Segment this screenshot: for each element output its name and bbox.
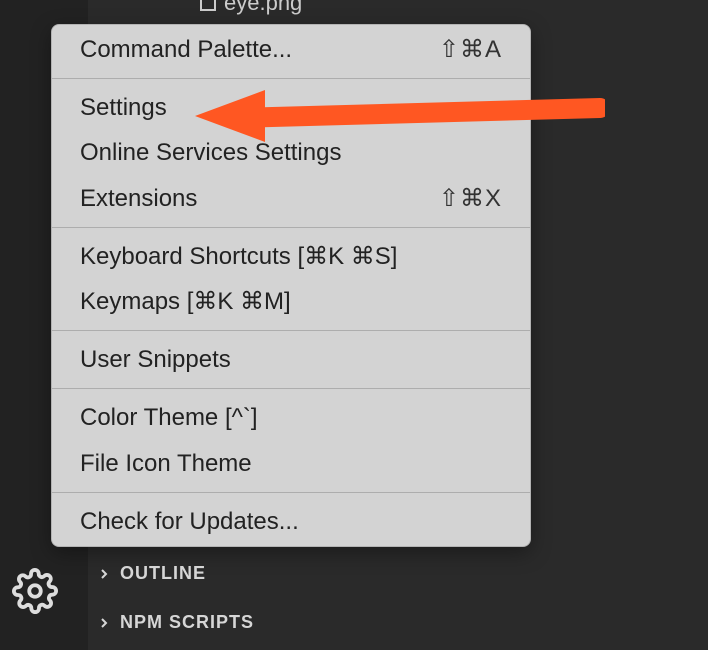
gear-context-menu: Command Palette... ⇧⌘A Settings Online S… xyxy=(51,24,531,547)
menu-user-snippets[interactable]: User Snippets xyxy=(52,337,530,382)
menu-extensions[interactable]: Extensions ⇧⌘X xyxy=(52,176,530,221)
menu-online-services[interactable]: Online Services Settings xyxy=(52,130,530,175)
sidebar-section-npm-scripts[interactable]: NPM SCRIPTS xyxy=(96,612,254,633)
menu-separator xyxy=(52,227,530,228)
menu-separator xyxy=(52,388,530,389)
menu-label: Keymaps [⌘K ⌘M] xyxy=(80,283,291,320)
menu-label: Keyboard Shortcuts [⌘K ⌘S] xyxy=(80,238,397,275)
chevron-right-icon xyxy=(96,566,112,582)
menu-label: Check for Updates... xyxy=(80,503,299,540)
menu-label: Online Services Settings xyxy=(80,134,341,171)
menu-label: Settings xyxy=(80,89,167,126)
section-label: OUTLINE xyxy=(120,563,206,584)
file-icon xyxy=(200,0,216,11)
chevron-right-icon xyxy=(96,615,112,631)
section-label: NPM SCRIPTS xyxy=(120,612,254,633)
menu-label: Extensions xyxy=(80,180,197,217)
menu-label: User Snippets xyxy=(80,341,231,378)
file-name: eye.png xyxy=(224,0,302,16)
menu-label: File Icon Theme xyxy=(80,445,252,482)
sidebar-section-outline[interactable]: OUTLINE xyxy=(96,563,206,584)
menu-settings[interactable]: Settings xyxy=(52,85,530,130)
menu-check-updates[interactable]: Check for Updates... xyxy=(52,499,530,544)
menu-label: Color Theme [^`] xyxy=(80,399,258,436)
menu-shortcut: ⇧⌘X xyxy=(439,180,502,217)
file-tree-item[interactable]: eye.png xyxy=(200,0,302,16)
menu-color-theme[interactable]: Color Theme [^`] xyxy=(52,395,530,440)
menu-separator xyxy=(52,492,530,493)
menu-shortcut: ⇧⌘A xyxy=(439,31,502,68)
menu-label: Command Palette... xyxy=(80,31,292,68)
menu-separator xyxy=(52,330,530,331)
menu-keyboard-shortcuts[interactable]: Keyboard Shortcuts [⌘K ⌘S] xyxy=(52,234,530,279)
gear-icon[interactable] xyxy=(12,568,58,614)
menu-file-icon-theme[interactable]: File Icon Theme xyxy=(52,441,530,486)
menu-keymaps[interactable]: Keymaps [⌘K ⌘M] xyxy=(52,279,530,324)
menu-command-palette[interactable]: Command Palette... ⇧⌘A xyxy=(52,27,530,72)
menu-separator xyxy=(52,78,530,79)
